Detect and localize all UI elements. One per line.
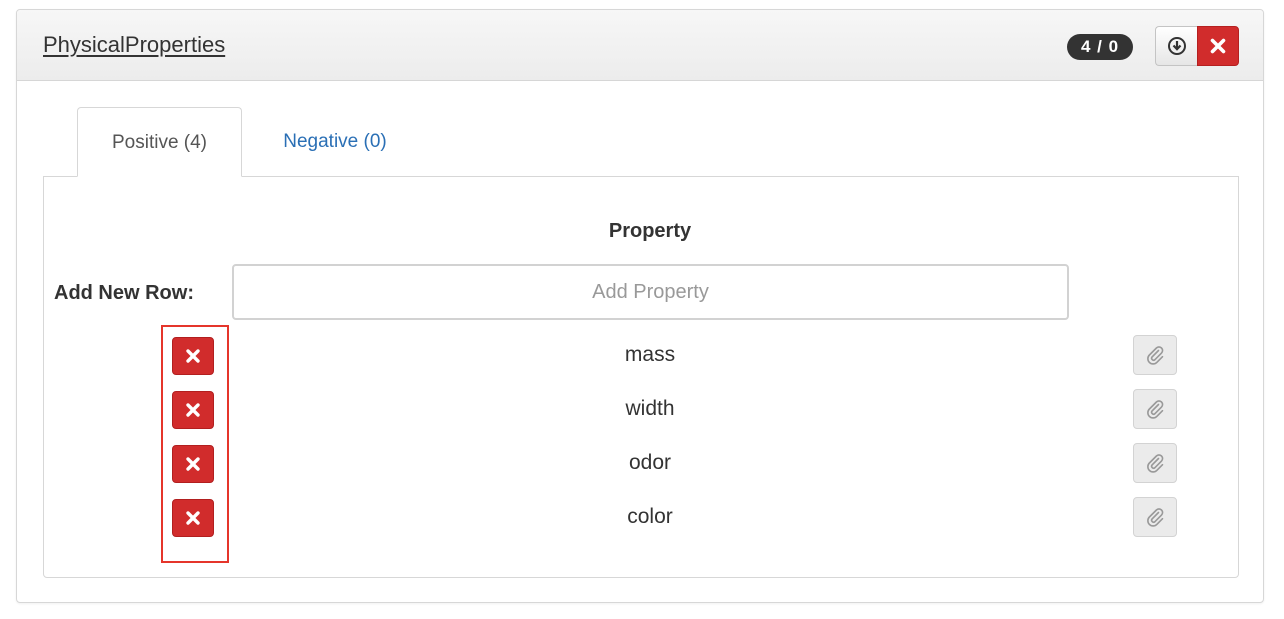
attach-button[interactable] bbox=[1133, 497, 1177, 537]
property-label: color bbox=[627, 505, 673, 528]
panel-title-link[interactable]: PhysicalProperties bbox=[43, 32, 225, 58]
download-circle-icon bbox=[1167, 37, 1186, 55]
close-icon bbox=[186, 457, 200, 471]
table-row: mass bbox=[0, 335, 1284, 379]
close-icon bbox=[186, 403, 200, 417]
paperclip-icon bbox=[1147, 508, 1164, 527]
tab-positive[interactable]: Positive (4) bbox=[77, 107, 242, 177]
close-icon bbox=[186, 511, 200, 525]
delete-row-button[interactable] bbox=[172, 337, 214, 375]
property-label: mass bbox=[624, 343, 676, 366]
tab-negative[interactable]: Negative (0) bbox=[255, 107, 415, 177]
property-label: odor bbox=[628, 451, 672, 474]
attach-button[interactable] bbox=[1133, 335, 1177, 375]
close-icon bbox=[186, 349, 200, 363]
paperclip-icon bbox=[1147, 400, 1164, 419]
table-row: odor bbox=[0, 443, 1284, 487]
download-button[interactable] bbox=[1155, 26, 1197, 66]
paperclip-icon bbox=[1147, 454, 1164, 473]
attach-button[interactable] bbox=[1133, 443, 1177, 483]
paperclip-icon bbox=[1147, 346, 1164, 365]
attach-button[interactable] bbox=[1133, 389, 1177, 429]
property-column-header: Property bbox=[608, 220, 692, 242]
panel-header: PhysicalProperties 4 / 0 bbox=[17, 10, 1263, 81]
delete-row-button[interactable] bbox=[172, 499, 214, 537]
close-panel-button[interactable] bbox=[1197, 26, 1239, 66]
delete-row-button[interactable] bbox=[172, 445, 214, 483]
property-label: width bbox=[625, 397, 675, 420]
delete-row-button[interactable] bbox=[172, 391, 214, 429]
add-property-input[interactable] bbox=[232, 264, 1069, 320]
count-badge: 4 / 0 bbox=[1067, 34, 1133, 60]
header-button-group bbox=[1155, 26, 1239, 66]
table-row: color bbox=[0, 497, 1284, 541]
close-icon bbox=[1210, 38, 1226, 54]
table-row: width bbox=[0, 389, 1284, 433]
add-new-row-label: Add New Row: bbox=[54, 282, 194, 304]
